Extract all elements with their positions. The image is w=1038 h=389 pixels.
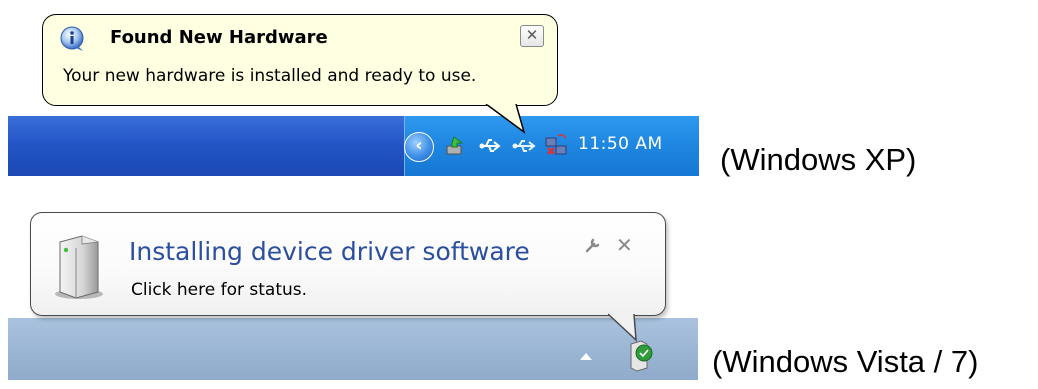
show-hidden-icons-arrow-icon[interactable]	[580, 353, 592, 360]
vista-caption: (Windows Vista / 7)	[712, 344, 979, 379]
wireless-icon[interactable]	[544, 134, 568, 158]
device-install-tray-icon[interactable]	[625, 338, 655, 372]
show-hidden-icons-chevron-icon[interactable]: ‹	[404, 132, 434, 162]
vista-balloon-message[interactable]: Click here for status.	[131, 280, 307, 300]
taskbar-clock[interactable]: 11:50 AM	[578, 134, 663, 154]
info-icon	[60, 26, 84, 51]
xp-caption: (Windows XP)	[720, 142, 917, 177]
xp-balloon-tail	[485, 104, 526, 134]
usb-device-tray-icon[interactable]	[512, 134, 536, 158]
device-driver-icon	[55, 235, 103, 299]
wrench-icon[interactable]	[584, 236, 602, 254]
xp-balloon-title: Found New Hardware	[110, 27, 328, 48]
xp-balloon-close-button[interactable]: ✕	[520, 25, 544, 47]
safely-remove-icon[interactable]	[444, 134, 468, 158]
vista-taskbar	[8, 318, 698, 380]
vista-balloon-close-button[interactable]: ✕	[616, 233, 633, 257]
vista-balloon-title[interactable]: Installing device driver software	[129, 237, 530, 266]
usb-icon[interactable]	[478, 134, 502, 158]
xp-balloon-message: Your new hardware is installed and ready…	[63, 66, 477, 86]
